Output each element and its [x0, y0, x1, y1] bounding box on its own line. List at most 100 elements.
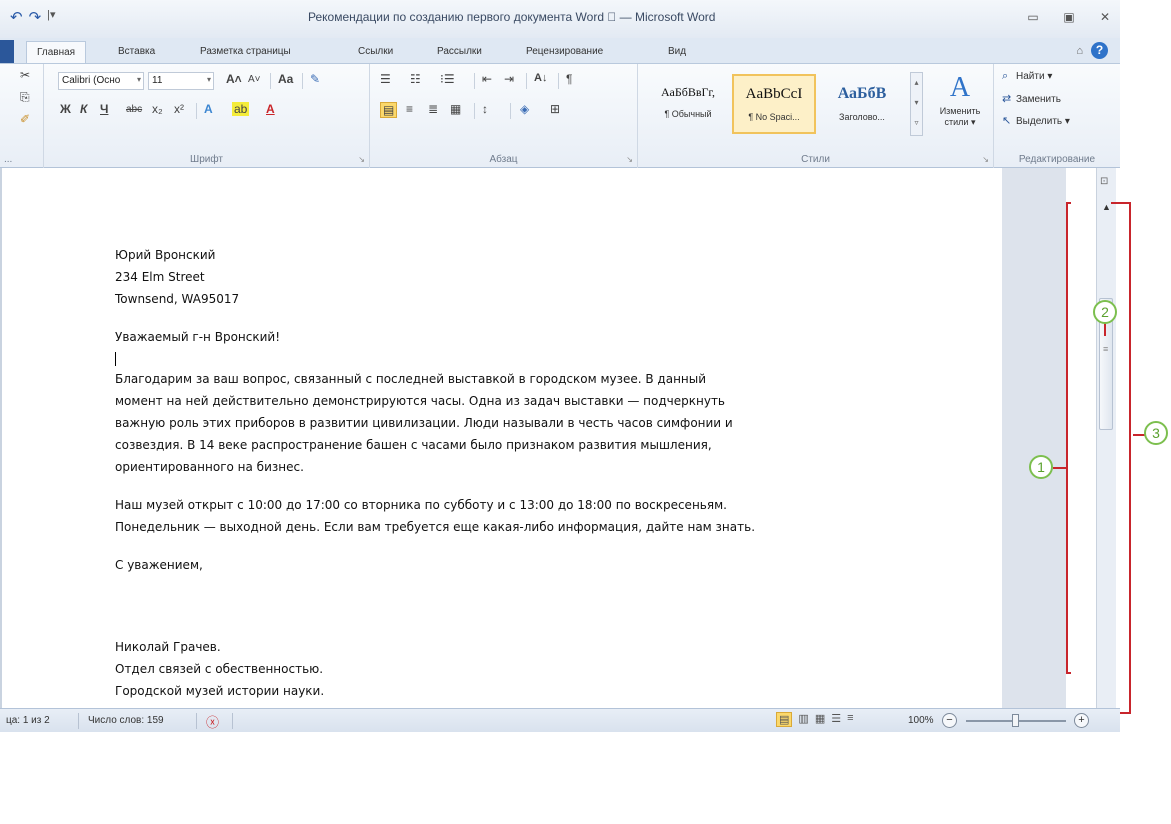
paragraph-group: ☰ ☷ ⁝☰ ⇤ ⇥ A↓ ¶ ▤ ≡ ≣ ▦ ↕ ◈ ⊞ Абзац ↘	[370, 64, 638, 168]
web-layout-icon[interactable]: ▦	[815, 712, 825, 727]
grow-font-icon[interactable]: A˄	[226, 72, 242, 86]
customize-qat-icon[interactable]: |▾	[47, 8, 55, 26]
editing-group-label: Редактирование	[1018, 154, 1096, 165]
redo-icon[interactable]: ↷	[29, 8, 42, 26]
underline-icon[interactable]: Ч	[100, 102, 108, 116]
print-layout-icon[interactable]: ▤	[776, 712, 793, 727]
align-right-icon[interactable]: ≣	[428, 102, 438, 116]
tab-home[interactable]: Главная	[26, 41, 87, 64]
numbering-icon[interactable]: ☷	[410, 72, 421, 86]
tab-page-layout[interactable]: Разметка страницы	[200, 46, 291, 57]
title-bar: ↶ ↷ |▾ Рекомендации по созданию первого …	[0, 0, 1120, 38]
shading-icon[interactable]: ◈	[520, 102, 529, 116]
zoom-slider-thumb[interactable]	[1012, 714, 1019, 727]
superscript-icon[interactable]: x²	[174, 102, 184, 116]
font-group: Calibri (Осно ▾ 11 ▾ A˄ A˅ Aa ✎ Ж К Ч abc …	[44, 64, 370, 168]
justify-icon[interactable]: ▦	[450, 102, 461, 116]
increase-indent-icon[interactable]: ⇥	[504, 72, 514, 86]
styles-group-label: Стили	[801, 154, 830, 165]
view-ruler-icon[interactable]: ⊡	[1100, 176, 1108, 187]
body-line: момент на ней действительно демонстрирую…	[115, 394, 726, 408]
style-heading-1[interactable]: АаБбВ Заголово...	[820, 74, 904, 134]
tab-review[interactable]: Рецензирование	[526, 46, 603, 57]
bullets-icon[interactable]: ☰	[380, 72, 391, 86]
select-button[interactable]: ↖ Выделить ▾	[1002, 114, 1070, 127]
sort-icon[interactable]: A↓	[534, 72, 547, 84]
help-icon[interactable]: ?	[1091, 42, 1108, 59]
draft-icon[interactable]: ≡	[847, 712, 853, 727]
closing: С уважением,	[115, 558, 203, 572]
replace-button[interactable]: ⇄ Заменить	[1002, 92, 1061, 105]
zoom-out-button[interactable]: −	[942, 713, 957, 728]
close-button[interactable]: ✕	[1098, 10, 1112, 24]
signature-line: Городской музей истории науки.	[115, 684, 325, 698]
tab-mailings[interactable]: Рассылки	[437, 46, 482, 57]
paragraph-dialog-launcher-icon[interactable]: ↘	[626, 155, 633, 164]
file-tab[interactable]	[0, 40, 14, 64]
address-line: Townsend, WA95017	[115, 292, 240, 306]
styles-gallery-scroll[interactable]: ▴ ▾ ▿	[910, 72, 923, 136]
body-line: важную роль этих приборов в развитии цив…	[115, 416, 733, 430]
style-normal[interactable]: АаБбВвГг, ¶ Обычный	[646, 74, 730, 134]
zoom-level[interactable]: 100%	[908, 715, 934, 726]
text-effects-icon[interactable]: A	[204, 102, 213, 116]
window-controls: ▭ ▣ ✕	[1026, 10, 1112, 24]
document-area: Юрий Вронский 234 Elm Street Townsend, W…	[0, 168, 1120, 708]
replace-icon: ⇄	[1002, 93, 1012, 105]
body-line: Благодарим за ваш вопрос, связанный с по…	[115, 372, 707, 386]
outline-icon[interactable]: ☰	[831, 712, 841, 727]
full-screen-reading-icon[interactable]: ▥	[798, 712, 808, 727]
clear-formatting-icon[interactable]: ✎	[310, 72, 320, 86]
ribbon-tabs: Главная Вставка Разметка страницы Ссылки…	[0, 38, 1120, 64]
italic-icon[interactable]: К	[80, 102, 87, 116]
body-line: ориентированного на бизнес.	[115, 460, 304, 474]
highlight-icon[interactable]: ab	[232, 102, 250, 116]
font-size-select[interactable]: 11 ▾	[148, 72, 214, 90]
align-left-icon[interactable]: ▤	[380, 102, 398, 118]
maximize-button[interactable]: ▣	[1062, 10, 1076, 24]
decrease-indent-icon[interactable]: ⇤	[482, 72, 492, 86]
shrink-font-icon[interactable]: A˅	[248, 74, 261, 85]
show-formatting-icon[interactable]: ¶	[566, 72, 572, 86]
cut-icon[interactable]: ✂	[20, 68, 30, 82]
page-count[interactable]: ца: 1 из 2	[6, 715, 50, 726]
align-center-icon[interactable]: ≡	[406, 102, 413, 116]
style-no-spacing[interactable]: AaBbCcI ¶ No Spaci...	[732, 74, 816, 134]
find-button[interactable]: ⌕ Найти ▾	[1002, 70, 1052, 83]
clipboard-label: ...	[4, 154, 13, 165]
undo-icon[interactable]: ↶	[10, 8, 23, 26]
multilevel-list-icon[interactable]: ⁝☰	[440, 72, 455, 86]
ribbon: ✂ ⎘ ✐ ... Calibri (Осно ▾ 11 ▾ A˄ A˅ Aa ✎ …	[0, 63, 1120, 168]
copy-icon[interactable]: ⎘	[20, 90, 30, 105]
font-color-icon[interactable]: A	[266, 102, 275, 116]
bold-icon[interactable]: Ж	[60, 102, 71, 116]
document-body[interactable]: Юрий Вронский 234 Elm Street Townsend, W…	[115, 244, 895, 702]
change-case-icon[interactable]: Aa	[278, 72, 293, 86]
change-styles-icon: A	[949, 72, 971, 103]
address-line: Юрий Вронский	[115, 248, 216, 262]
change-styles-button[interactable]: A Изменить стили ▾	[930, 72, 990, 128]
tab-insert[interactable]: Вставка	[118, 46, 155, 57]
line-spacing-icon[interactable]: ↕	[482, 102, 488, 116]
tab-view[interactable]: Вид	[668, 46, 686, 57]
document-page[interactable]: Юрий Вронский 234 Elm Street Townsend, W…	[2, 168, 1002, 708]
font-dialog-launcher-icon[interactable]: ↘	[358, 155, 365, 164]
proofing-icon[interactable]: ⓧ	[206, 712, 219, 731]
cursor-icon: ↖	[1002, 115, 1012, 127]
borders-icon[interactable]: ⊞	[550, 102, 560, 116]
callout-2-leader	[1104, 322, 1106, 336]
zoom-in-button[interactable]: +	[1074, 713, 1089, 728]
editing-group: ⌕ Найти ▾ ⇄ Заменить ↖ Выделить ▾ Редактиро…	[994, 64, 1120, 168]
word-count[interactable]: Число слов: 159	[88, 715, 164, 726]
callout-1-bracket	[1066, 202, 1071, 674]
strikethrough-icon[interactable]: abc	[126, 104, 142, 115]
subscript-icon[interactable]: x₂	[152, 102, 163, 116]
tab-references[interactable]: Ссылки	[358, 46, 393, 57]
body-line: Наш музей открыт с 10:00 до 17:00 со вто…	[115, 498, 727, 512]
font-name-select[interactable]: Calibri (Осно ▾	[58, 72, 144, 90]
minimize-ribbon-icon[interactable]: ⌂	[1076, 45, 1083, 57]
minimize-button[interactable]: ▭	[1026, 10, 1040, 24]
scroll-up-icon[interactable]: ▲	[1102, 202, 1111, 212]
styles-dialog-launcher-icon[interactable]: ↘	[982, 155, 989, 164]
format-painter-icon[interactable]: ✐	[20, 112, 30, 126]
